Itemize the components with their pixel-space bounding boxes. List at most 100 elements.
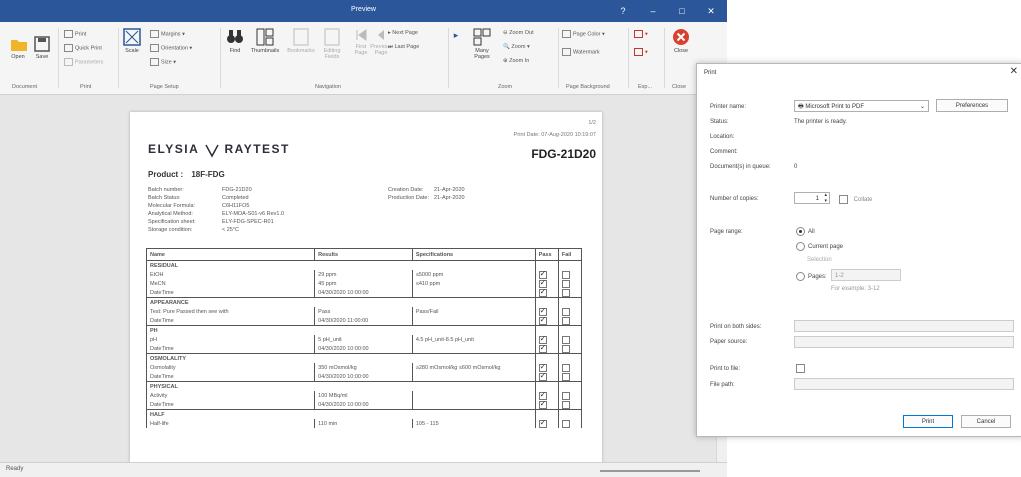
scale-button[interactable]: Scale [122,28,142,54]
export-icon [634,30,643,38]
duplex-select[interactable] [794,320,1014,332]
save-icon [34,36,50,52]
size-icon [150,58,159,66]
group-name: OSMOLALITY [146,353,536,363]
group-pass-cell [534,297,559,307]
collate-option[interactable]: Collate [839,195,872,204]
range-all-radio[interactable] [796,227,805,236]
page-number: 1/2 [588,120,596,126]
close-circle-icon [673,29,689,45]
cell-fail [557,316,583,326]
print-button[interactable]: Print [903,415,953,428]
print-to-file-checkbox[interactable] [796,364,805,373]
preferences-button[interactable]: Preferences [936,99,1008,112]
range-pages-radio[interactable] [796,272,805,281]
first-page-button[interactable]: First Page [352,28,370,56]
email-button[interactable]: ▾ [634,48,648,56]
collate-checkbox[interactable] [839,195,848,204]
bookmarks-button[interactable]: Bookmarks [286,28,316,54]
cell-result: 04/30/2020 11:00:00 [314,316,413,326]
cell-result: 04/30/2020 10:00:00 [314,372,413,382]
table-header-row: Name Results Specifications Pass Fail [145,248,583,261]
save-button[interactable]: Save [34,36,50,60]
logo-mark-icon [204,144,219,158]
help-icon[interactable]: ? [612,4,634,18]
last-page-button[interactable]: ⏭ Last Page [388,44,419,51]
printer-name-label: Printer name: [710,104,747,110]
cell-spec: ≤5000 ppm [411,270,536,279]
cancel-button[interactable]: Cancel [961,415,1011,428]
spinner-arrows-icon[interactable]: ▴ ▾ [824,192,827,204]
zoom-in-button[interactable]: ⊕ Zoom In [503,58,529,64]
quick-print-button[interactable]: Quick Print [64,44,102,52]
editing-fields-icon [324,28,340,46]
find-button[interactable]: Find [226,28,244,54]
queue-value: 0 [794,164,798,170]
file-path-input[interactable] [794,378,1014,390]
pointer-button[interactable]: ▸ [452,30,460,41]
open-button[interactable]: Open [10,36,27,60]
table-row: Test: Pure Passed then see with Pass Pass/… [145,306,583,316]
watermark-button[interactable]: Watermark [562,48,600,56]
bookmarks-icon [293,28,309,46]
range-pages-input[interactable]: 1-2 [831,269,901,281]
cell-pass [534,343,559,354]
table-row: DateTime 04/30/2020 11:00:00 [145,315,583,326]
fail-checkbox [561,344,570,353]
printer-icon [64,30,73,38]
cell-pass [534,371,559,382]
fail-checkbox [561,288,570,297]
size-button[interactable]: Size ▾ [150,58,176,66]
close-window-button[interactable]: ✕ [700,4,722,18]
quick-print-icon [64,44,73,52]
many-pages-button[interactable]: Many Pages [468,28,496,60]
thumbnails-button[interactable]: Thumbnails [250,28,280,54]
cell-fail [557,400,583,410]
zoom-dropdown[interactable]: 🔍 Zoom ▾ [503,44,530,50]
zoom-slider[interactable] [600,470,700,472]
editing-fields-button[interactable]: Editing Fields [320,28,344,60]
preview-window: Preview ? – □ ✕ Open Save Print Quick Pr… [0,0,727,477]
parameters-button[interactable]: Parameters [64,58,103,66]
dialog-close-button[interactable]: ✕ [1010,66,1018,77]
cell-pass [534,306,559,316]
cell-spec: ≤410 ppm [411,279,536,288]
zoom-out-button[interactable]: ⊖ Zoom Out [503,30,534,36]
prev-page-icon [378,30,384,40]
page-color-button[interactable]: Page Color ▾ [562,30,605,38]
queue-label: Document(s) in queue: [710,164,771,170]
minimize-button[interactable]: – [642,4,664,18]
group-fail-cell [557,297,583,307]
cell-spec [411,372,536,382]
fail-checkbox [561,316,570,325]
printer-name-select[interactable]: 🖶 Microsoft Print to PDF ⌄ [794,100,929,112]
pointer-icon: ▸ [453,30,459,40]
cell-result: 110 min [314,419,413,428]
range-all-option[interactable]: All [796,227,815,236]
print-button[interactable]: Print [64,30,86,38]
thumbnails-icon [256,28,274,46]
range-current-option[interactable]: Current page [796,242,843,251]
folder-icon [11,40,27,51]
cell-spec [411,344,536,354]
export-button[interactable]: ▾ [634,30,648,38]
range-selection-option[interactable]: Selection [807,257,832,263]
cell-fail [557,391,583,400]
fail-checkbox [561,270,570,279]
ribbon-separator [448,28,449,88]
range-current-radio[interactable] [796,242,805,251]
maximize-button[interactable]: □ [671,4,693,18]
paper-source-select[interactable] [794,336,1014,348]
orientation-button[interactable]: Orientation ▾ [150,44,192,52]
copies-spinner[interactable]: 1 ▴ ▾ [794,192,830,204]
scale-icon [123,28,141,46]
meta-right-values: 21-Apr-2020 21-Apr-2020 [434,187,465,201]
close-preview-button[interactable]: Close [670,28,692,54]
fail-checkbox [561,279,570,288]
ribbon-separator [664,28,665,88]
margins-button[interactable]: Margins ▾ [150,30,185,38]
next-page-button[interactable]: ▸ Next Page [388,30,418,36]
range-pages-option[interactable]: Pages: [796,272,827,281]
cell-fail [557,270,583,279]
col-header-results: Results [314,248,413,261]
